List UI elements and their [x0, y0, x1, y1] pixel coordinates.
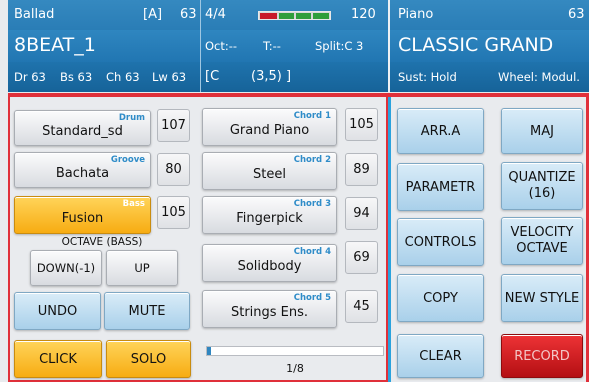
style-name: Ballad — [14, 7, 55, 22]
groove-label: Bachata — [55, 165, 110, 181]
copy-label: COPY — [423, 290, 458, 306]
voice-volume: 63 — [568, 7, 585, 22]
velocity-octave-button[interactable]: VELOCITY OCTAVE — [501, 217, 583, 265]
parametr-label: PARAMETR — [405, 179, 476, 195]
chord-2-volume[interactable]: 89 — [345, 153, 378, 186]
undo-label: UNDO — [37, 303, 78, 319]
page-indicator: 1/8 — [286, 362, 304, 375]
chord-1-button[interactable]: Chord 1 Grand Piano — [202, 108, 337, 146]
drum-kit-label: Standard_sd — [42, 123, 123, 139]
header: Ballad [A] 63 8BEAT_1 Dr 63 Bs 63 Ch 63 … — [0, 0, 589, 92]
style-volume: 63 — [180, 7, 197, 22]
velocity-label: VELOCITY — [510, 225, 574, 240]
arranger-label: ARR.A — [420, 123, 461, 139]
time-signature: 4/4 — [205, 7, 226, 22]
part-bass-volume: Bs 63 — [60, 70, 93, 84]
octave-down-label: DOWN(-1) — [36, 261, 96, 275]
drum-tag: Drum — [118, 113, 145, 123]
arranger-button[interactable]: ARR.A — [397, 108, 484, 154]
record-button[interactable]: RECORD — [501, 334, 583, 378]
chord-5-tag: Chord 5 — [293, 293, 331, 303]
velocity-octave-label: OCTAVE — [516, 241, 568, 256]
major-button[interactable]: MAJ — [501, 108, 583, 154]
chord-4-button[interactable]: Chord 4 Solidbody — [202, 244, 337, 282]
chord-3-button[interactable]: Chord 3 Fingerpick — [202, 196, 337, 234]
new-style-button[interactable]: NEW STYLE — [501, 274, 583, 322]
quantize-label: QUANTIZE — [508, 170, 576, 185]
chord-1-tag: Chord 1 — [293, 111, 331, 121]
bass-volume[interactable]: 105 — [157, 196, 190, 229]
style-bank: [A] — [143, 7, 163, 22]
chord-2-tag: Chord 2 — [293, 155, 331, 165]
chord-1-volume[interactable]: 105 — [345, 108, 378, 141]
page-scrollbar[interactable] — [206, 346, 384, 356]
parametr-button[interactable]: PARAMETR — [397, 163, 484, 211]
click-label: CLICK — [39, 351, 77, 367]
major-label: MAJ — [530, 123, 554, 139]
mute-button[interactable]: MUTE — [104, 292, 190, 330]
chord-2-button[interactable]: Chord 2 Steel — [202, 152, 337, 190]
solo-label: SOLO — [130, 351, 167, 367]
quantize-value: (16) — [528, 186, 556, 201]
controls-button[interactable]: CONTROLS — [397, 218, 484, 266]
chord-1-label: Grand Piano — [229, 122, 310, 138]
copy-button[interactable]: COPY — [397, 274, 484, 322]
voice-name: CLASSIC GRAND — [398, 34, 554, 56]
chord-4-volume[interactable]: 69 — [345, 241, 378, 274]
transport-panel[interactable]: 4/4 120 Oct:-- T:-- Split:C 3 [C (3,5) ] — [200, 0, 388, 92]
page-scrollbar-thumb[interactable] — [207, 347, 211, 355]
new-style-label: NEW STYLE — [504, 290, 580, 306]
voice-category: Piano — [398, 7, 434, 22]
octave-up-label: UP — [134, 261, 150, 275]
chord-5-volume[interactable]: 45 — [345, 290, 378, 323]
level-meter-icon — [258, 11, 331, 20]
quantize-button[interactable]: QUANTIZE (16) — [501, 162, 583, 210]
octave-readout: Oct:-- — [205, 39, 238, 53]
chord-5-label: Strings Ens. — [230, 304, 309, 320]
groove-button[interactable]: Groove Bachata — [14, 152, 151, 188]
click-button[interactable]: CLICK — [14, 340, 102, 378]
chord-3-label: Fingerpick — [236, 210, 303, 226]
octave-up-button[interactable]: UP — [106, 250, 178, 286]
chord-4-tag: Chord 4 — [293, 247, 331, 257]
bass-label: Fusion — [61, 210, 104, 226]
solo-button[interactable]: SOLO — [106, 340, 191, 378]
mute-label: MUTE — [128, 303, 166, 319]
part-lower-volume: Lw 63 — [152, 70, 187, 84]
wheel-readout: Wheel: Modul. — [498, 70, 580, 84]
groove-tag: Groove — [110, 155, 145, 165]
voice-panel[interactable]: Piano 63 CLASSIC GRAND Sust: Hold Wheel:… — [390, 0, 589, 92]
clear-button[interactable]: CLEAR — [397, 334, 484, 378]
drum-kit-button[interactable]: Drum Standard_sd — [14, 110, 151, 146]
undo-button[interactable]: UNDO — [14, 292, 101, 330]
drum-volume[interactable]: 107 — [157, 109, 190, 142]
chord-extra-readout: (3,5) ] — [251, 69, 292, 84]
bass-button[interactable]: Bass Fusion — [14, 196, 151, 234]
chord-3-volume[interactable]: 94 — [345, 197, 378, 230]
part-chord-volume: Ch 63 — [106, 70, 140, 84]
chord-readout: [C — [205, 69, 220, 84]
transpose-readout: T:-- — [263, 39, 281, 53]
clear-label: CLEAR — [419, 348, 462, 364]
chord-3-tag: Chord 3 — [293, 199, 331, 209]
bass-tag: Bass — [122, 199, 145, 209]
style-variation: 8BEAT_1 — [14, 34, 96, 56]
tempo-value: 120 — [351, 7, 376, 22]
chord-4-label: Solidbody — [237, 258, 302, 274]
controls-label: CONTROLS — [404, 234, 477, 250]
part-drum-volume: Dr 63 — [14, 70, 46, 84]
groove-volume[interactable]: 80 — [157, 153, 190, 186]
chord-5-button[interactable]: Chord 5 Strings Ens. — [202, 290, 337, 328]
record-label: RECORD — [514, 348, 570, 364]
chord-2-label: Steel — [253, 166, 286, 182]
style-panel[interactable]: Ballad [A] 63 8BEAT_1 Dr 63 Bs 63 Ch 63 … — [8, 0, 200, 92]
octave-bass-label: OCTAVE (BASS) — [61, 236, 143, 248]
octave-down-button[interactable]: DOWN(-1) — [30, 250, 102, 286]
split-readout: Split:C 3 — [315, 39, 364, 53]
sustain-readout: Sust: Hold — [398, 70, 457, 84]
